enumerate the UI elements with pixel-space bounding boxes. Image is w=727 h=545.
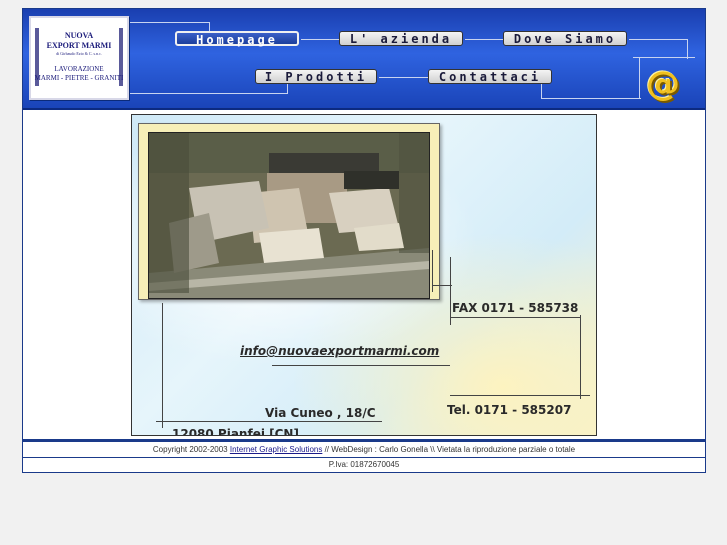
header-line <box>287 84 288 94</box>
footer-copyright: Copyright 2002-2003 Internet Graphic Sol… <box>23 439 705 458</box>
header-line <box>633 57 695 58</box>
nav-prodotti-button[interactable]: I Prodotti <box>255 69 377 84</box>
header-line <box>687 39 688 59</box>
header-line <box>301 39 339 40</box>
divider-line <box>450 395 590 396</box>
nav-homepage-button[interactable]: Homepage <box>175 31 299 47</box>
page-frame: NUOVA EXPORT MARMI di Girbaudo Ezio & C.… <box>22 8 706 473</box>
divider-line <box>580 315 581 399</box>
contact-panel: FAX 0171 - 585738 info@nuovaexportmarmi.… <box>131 114 597 436</box>
logo-text: LAVORAZIONE <box>54 65 104 73</box>
divider-line <box>156 421 382 422</box>
header-line <box>127 22 209 23</box>
divider-line <box>450 317 580 318</box>
header-line <box>541 84 542 98</box>
nav-contattaci-button[interactable]: Contattaci <box>428 69 552 84</box>
address-city: 12080 Pianfei [CN] <box>172 427 299 436</box>
header-line <box>127 93 287 94</box>
header-line <box>541 98 641 99</box>
nav-dove-siamo-button[interactable]: Dove Siamo <box>503 31 627 46</box>
fax-number: FAX 0171 - 585738 <box>452 301 579 315</box>
nav-azienda-button[interactable]: L' azienda <box>339 31 463 46</box>
divider-line <box>450 257 451 325</box>
logo-text: MARMI - PIETRE - GRANITI <box>34 74 124 82</box>
header-line <box>465 39 503 40</box>
at-sign-icon[interactable]: @ <box>643 64 683 104</box>
internet-graphic-solutions-link[interactable]: Internet Graphic Solutions <box>230 445 323 454</box>
email-row: info@nuovaexportmarmi.com <box>240 344 439 358</box>
footer-piva: P.Iva: 01872670045 <box>328 460 400 469</box>
divider-line <box>162 303 163 428</box>
divider-line <box>432 285 452 286</box>
logo-text: di Girbaudo Ezio & C. s.n.c. <box>56 51 102 56</box>
logo-text: NUOVA <box>64 31 94 40</box>
copyright-text: Copyright 2002-2003 <box>152 445 228 454</box>
company-logo[interactable]: NUOVA EXPORT MARMI di Girbaudo Ezio & C.… <box>29 16 129 100</box>
aerial-photo-image <box>148 132 430 299</box>
logo-text: EXPORT MARMI <box>46 41 112 50</box>
header: NUOVA EXPORT MARMI di Girbaudo Ezio & C.… <box>23 9 705 110</box>
email-link[interactable]: info@nuovaexportmarmi.com <box>240 344 439 358</box>
telephone-number: Tel. 0171 - 585207 <box>447 403 572 417</box>
header-line <box>379 77 428 78</box>
copyright-text: // WebDesign : Carlo Gonella \\ Vietata … <box>324 445 576 454</box>
photo-frame <box>138 123 440 300</box>
divider-line <box>272 365 450 366</box>
header-line <box>629 39 687 40</box>
address-street: Via Cuneo , 18/C <box>265 406 376 420</box>
header-line <box>639 57 640 99</box>
